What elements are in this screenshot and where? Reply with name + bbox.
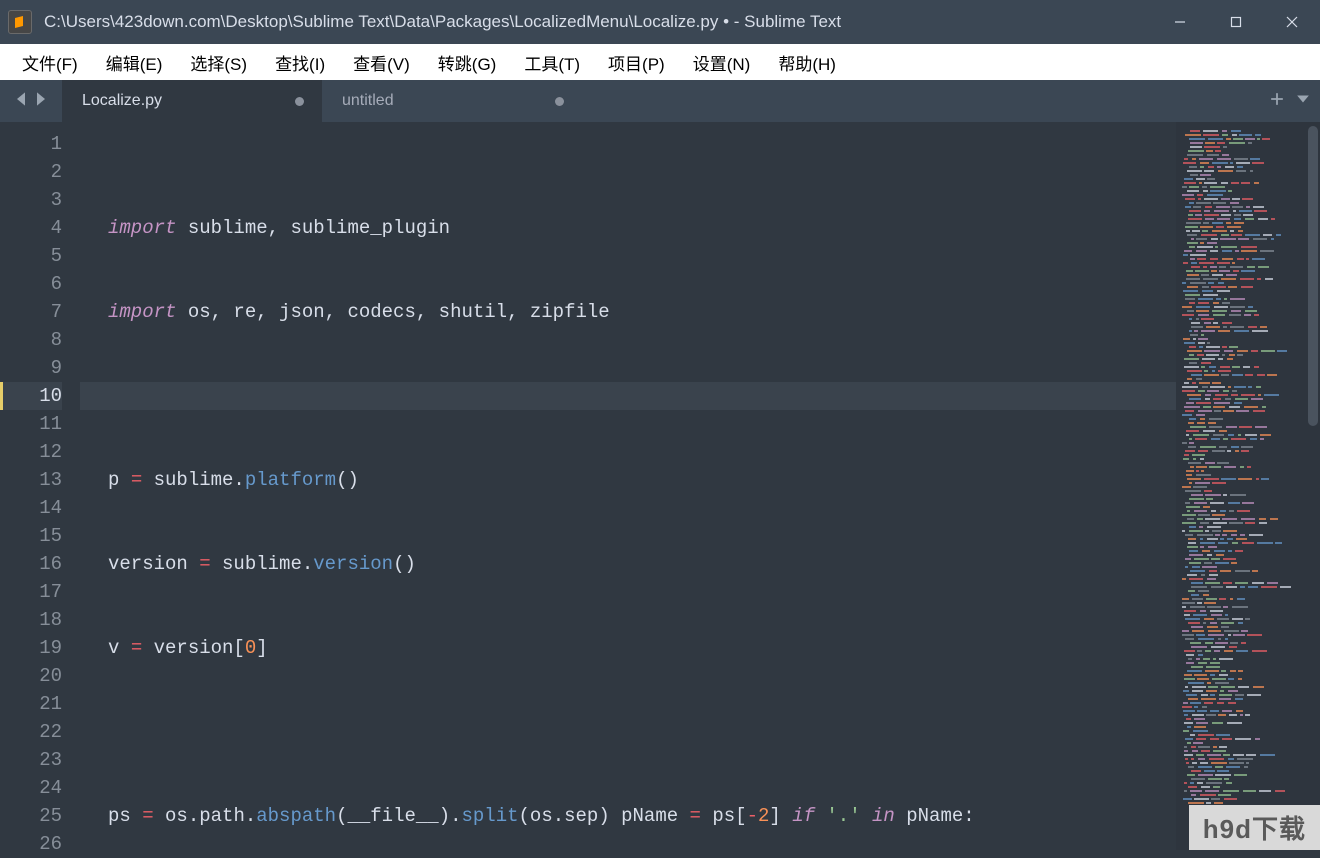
window-titlebar: C:\Users\423down.com\Desktop\Sublime Tex… bbox=[0, 0, 1320, 44]
line-number: 4 bbox=[3, 214, 62, 242]
menu-help[interactable]: 帮助(H) bbox=[764, 44, 850, 81]
line-number: 11 bbox=[3, 410, 62, 438]
line-number: 25 bbox=[3, 802, 62, 830]
tabbar: Localize.py untitled bbox=[0, 80, 1320, 122]
line-number: 21 bbox=[3, 690, 62, 718]
tab-localize[interactable]: Localize.py bbox=[62, 80, 322, 122]
line-number: 24 bbox=[3, 774, 62, 802]
minimize-button[interactable] bbox=[1152, 0, 1208, 44]
line-number: 8 bbox=[3, 326, 62, 354]
line-number: 22 bbox=[3, 718, 62, 746]
line-number: 19 bbox=[3, 634, 62, 662]
vertical-scrollbar[interactable] bbox=[1306, 122, 1320, 850]
watermark-label: h9d下载 bbox=[1189, 805, 1320, 850]
line-number: 6 bbox=[3, 270, 62, 298]
window-title: C:\Users\423down.com\Desktop\Sublime Tex… bbox=[44, 12, 1152, 32]
editor-area: 1 2 3 4 5 6 7 8 9 10 11 12 13 14 15 16 1… bbox=[0, 122, 1320, 850]
window-controls bbox=[1152, 0, 1320, 44]
tab-label: Localize.py bbox=[82, 92, 162, 110]
line-number: 18 bbox=[3, 606, 62, 634]
code-editor[interactable]: import sublime, sublime_plugin import os… bbox=[80, 122, 1176, 850]
close-button[interactable] bbox=[1264, 0, 1320, 44]
tab-dirty-indicator bbox=[555, 97, 564, 106]
line-gutter: 1 2 3 4 5 6 7 8 9 10 11 12 13 14 15 16 1… bbox=[0, 122, 80, 850]
line-number: 17 bbox=[3, 578, 62, 606]
tab-dirty-indicator bbox=[295, 97, 304, 106]
line-number: 13 bbox=[3, 466, 62, 494]
line-number: 3 bbox=[3, 186, 62, 214]
line-number: 5 bbox=[3, 242, 62, 270]
scrollbar-thumb[interactable] bbox=[1308, 126, 1318, 426]
line-number: 7 bbox=[3, 298, 62, 326]
line-number: 20 bbox=[3, 662, 62, 690]
menu-preferences[interactable]: 设置(N) bbox=[679, 44, 765, 81]
line-number: 26 bbox=[3, 830, 62, 858]
line-number: 14 bbox=[3, 494, 62, 522]
tab-nav bbox=[0, 80, 62, 122]
tab-untitled[interactable]: untitled bbox=[322, 80, 582, 122]
new-tab-button[interactable] bbox=[1270, 92, 1284, 111]
menu-project[interactable]: 项目(P) bbox=[594, 44, 679, 81]
line-number: 2 bbox=[3, 158, 62, 186]
main-menubar: 文件(F) 编辑(E) 选择(S) 查找(I) 查看(V) 转跳(G) 工具(T… bbox=[0, 44, 1320, 80]
menu-goto[interactable]: 转跳(G) bbox=[424, 44, 511, 81]
menu-find[interactable]: 查找(I) bbox=[261, 44, 339, 81]
line-number: 12 bbox=[3, 438, 62, 466]
line-number: 9 bbox=[3, 354, 62, 382]
line-number: 15 bbox=[3, 522, 62, 550]
tab-dropdown-button[interactable] bbox=[1296, 92, 1310, 111]
menu-selection[interactable]: 选择(S) bbox=[176, 44, 261, 81]
line-number: 1 bbox=[3, 130, 62, 158]
line-number-current: 10 bbox=[0, 382, 62, 410]
menu-view[interactable]: 查看(V) bbox=[339, 44, 424, 81]
menu-file[interactable]: 文件(F) bbox=[8, 44, 92, 81]
tab-next-icon[interactable] bbox=[34, 91, 48, 112]
app-icon bbox=[8, 10, 32, 34]
menu-edit[interactable]: 编辑(E) bbox=[92, 44, 177, 81]
line-number: 16 bbox=[3, 550, 62, 578]
tab-label: untitled bbox=[342, 92, 394, 110]
tab-prev-icon[interactable] bbox=[14, 91, 28, 112]
minimap[interactable] bbox=[1176, 122, 1306, 850]
menu-tools[interactable]: 工具(T) bbox=[510, 44, 594, 81]
line-number: 23 bbox=[3, 746, 62, 774]
maximize-button[interactable] bbox=[1208, 0, 1264, 44]
